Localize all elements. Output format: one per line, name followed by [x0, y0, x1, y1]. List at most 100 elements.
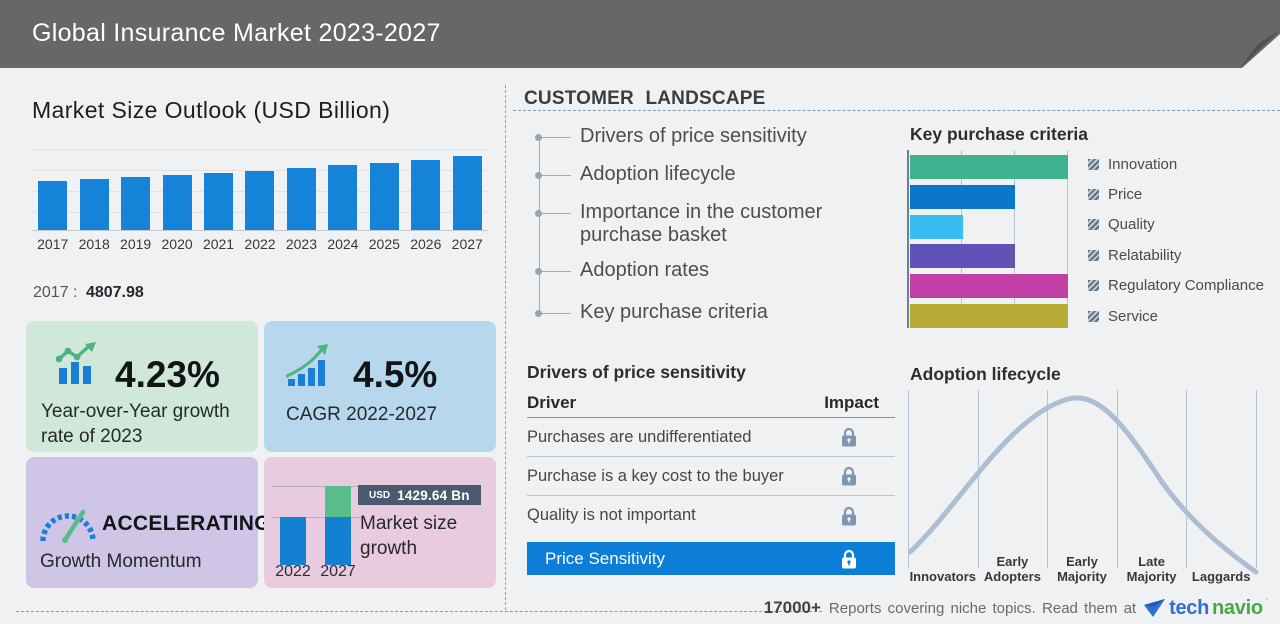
cagr-card: 4.5% CAGR 2022-2027 — [264, 321, 496, 452]
momentum-label: Growth Momentum — [40, 549, 202, 574]
callout-value: 4807.98 — [86, 284, 144, 301]
adoption-title: Adoption lifecycle — [910, 364, 1061, 385]
price-sensitivity-row: Price Sensitivity — [527, 542, 895, 575]
yoy-growth-card: 4.23% Year-over-Year growth rate of 2023 — [26, 321, 258, 452]
kpc-bar-relatability — [910, 244, 1015, 268]
market-bar-2019 — [121, 177, 150, 230]
bar-column — [447, 149, 488, 230]
growth-card-label: Market size growth — [360, 511, 478, 561]
landscape-node-dash — [542, 175, 571, 176]
legend-item: Regulatory Compliance — [1088, 275, 1264, 297]
landscape-node-dot — [535, 268, 542, 275]
drivers-table: Driver Impact Purchases are undifferenti… — [527, 392, 895, 575]
header-bar: Global Insurance Market 2023-2027 — [0, 0, 1280, 68]
market-bar-2020 — [163, 175, 192, 230]
lock-icon — [841, 427, 857, 447]
driver-cell: Price Sensitivity — [545, 549, 665, 569]
legend-label: Price — [1108, 186, 1142, 203]
landscape-node-dash — [542, 313, 571, 314]
landscape-node-dash — [542, 271, 571, 272]
hatch-icon — [1088, 280, 1099, 291]
landscape-node-dot — [535, 310, 542, 317]
landscape-node-dot — [535, 134, 542, 141]
brand-mark: ’ — [1266, 597, 1268, 608]
table-header: Driver Impact — [527, 392, 895, 418]
landscape-item: Adoption rates — [580, 259, 902, 282]
brand-tech: tech — [1169, 597, 1209, 620]
table-row: Purchases are undifferentiated — [527, 418, 895, 457]
mini-bar-2022 — [280, 517, 306, 565]
hatch-icon — [1088, 159, 1099, 170]
speedometer-icon — [38, 499, 96, 545]
legend-item: Relatability — [1088, 244, 1181, 266]
market-callout: 2017 : 4807.98 — [33, 284, 144, 302]
landscape-connector-line — [539, 137, 540, 313]
market-bar-2025 — [370, 163, 399, 230]
footer-text: Reports covering niche topics. Read them… — [829, 600, 1136, 617]
legend-item: Quality — [1088, 214, 1155, 236]
kpc-axis — [907, 150, 909, 328]
landscape-node-dot — [535, 172, 542, 179]
market-bar-2021 — [204, 173, 233, 230]
footer: 17000+ Reports covering niche topics. Re… — [764, 595, 1268, 621]
momentum-card: ACCELERATING Growth Momentum — [26, 457, 258, 588]
market-bar-2024 — [328, 165, 357, 230]
market-bar-2018 — [80, 179, 109, 230]
yoy-growth-value: 4.23% — [115, 354, 220, 396]
bar-column — [322, 149, 363, 230]
impact-cell — [839, 427, 859, 447]
callout-year: 2017 — [33, 284, 69, 301]
kpc-bar-regulatory-compliance — [910, 274, 1068, 298]
technavio-logo[interactable]: technavio ’ — [1144, 597, 1268, 620]
landscape-item: Adoption lifecycle — [580, 163, 902, 186]
kpc-bar-service — [910, 304, 1068, 328]
x-axis-label: 2021 — [198, 236, 239, 252]
usd-badge: USD 1429.64 Bn — [358, 485, 481, 505]
driver-cell: Purchase is a key cost to the buyer — [527, 467, 784, 486]
bar-column — [198, 149, 239, 230]
bar-column — [405, 149, 446, 230]
customer-landscape-underline — [513, 110, 1280, 111]
market-size-growth-card: 2022 2027 USD 1429.64 Bn Market size gro… — [264, 457, 496, 588]
technavio-arrow-icon — [1144, 599, 1166, 618]
market-size-title: Market Size Outlook (USD Billion) — [32, 97, 390, 124]
mini-year-start: 2022 — [273, 563, 313, 581]
x-axis-label: 2026 — [405, 236, 446, 252]
stage-label: Early Majority — [1047, 538, 1117, 585]
bar-column — [239, 149, 280, 230]
x-axis-label: 2019 — [115, 236, 156, 252]
landscape-item: Importance in the customer purchase bask… — [580, 201, 902, 247]
kpc-title: Key purchase criteria — [910, 124, 1088, 145]
bar-column — [156, 149, 197, 230]
landscape-item: Key purchase criteria — [580, 301, 902, 324]
legend-label: Quality — [1108, 216, 1155, 233]
page-curl — [1220, 0, 1280, 68]
legend-item: Price — [1088, 183, 1142, 205]
hatch-icon — [1088, 189, 1099, 200]
market-size-x-labels: 2017201820192020202120222023202420252026… — [32, 236, 488, 252]
legend-item: Innovation — [1088, 153, 1177, 175]
hatch-icon — [1088, 219, 1099, 230]
market-size-chart — [32, 149, 488, 231]
badge-amount: 1429.64 Bn — [397, 488, 470, 503]
cagr-chart-icon — [286, 343, 332, 387]
table-row: Purchase is a key cost to the buyer — [527, 457, 895, 496]
legend-item: Service — [1088, 305, 1158, 327]
mini-bar-2027-base — [325, 517, 351, 565]
landscape-node-dash — [542, 137, 571, 138]
mini-year-end: 2027 — [318, 563, 358, 581]
driver-cell: Purchases are undifferentiated — [527, 428, 751, 447]
x-axis-label: 2020 — [156, 236, 197, 252]
mini-bar-2027-growth — [325, 486, 351, 517]
market-bar-2026 — [411, 160, 440, 230]
cagr-label: CAGR 2022-2027 — [286, 402, 437, 427]
hatch-icon — [1088, 311, 1099, 322]
page-title: Global Insurance Market 2023-2027 — [32, 0, 441, 66]
x-axis-label: 2022 — [239, 236, 280, 252]
callout-separator: : — [73, 284, 77, 301]
landscape-node-dot — [535, 210, 542, 217]
bar-column — [281, 149, 322, 230]
table-row: Quality is not important — [527, 496, 895, 535]
market-bar-2022 — [245, 171, 274, 230]
impact-cell — [839, 549, 859, 569]
